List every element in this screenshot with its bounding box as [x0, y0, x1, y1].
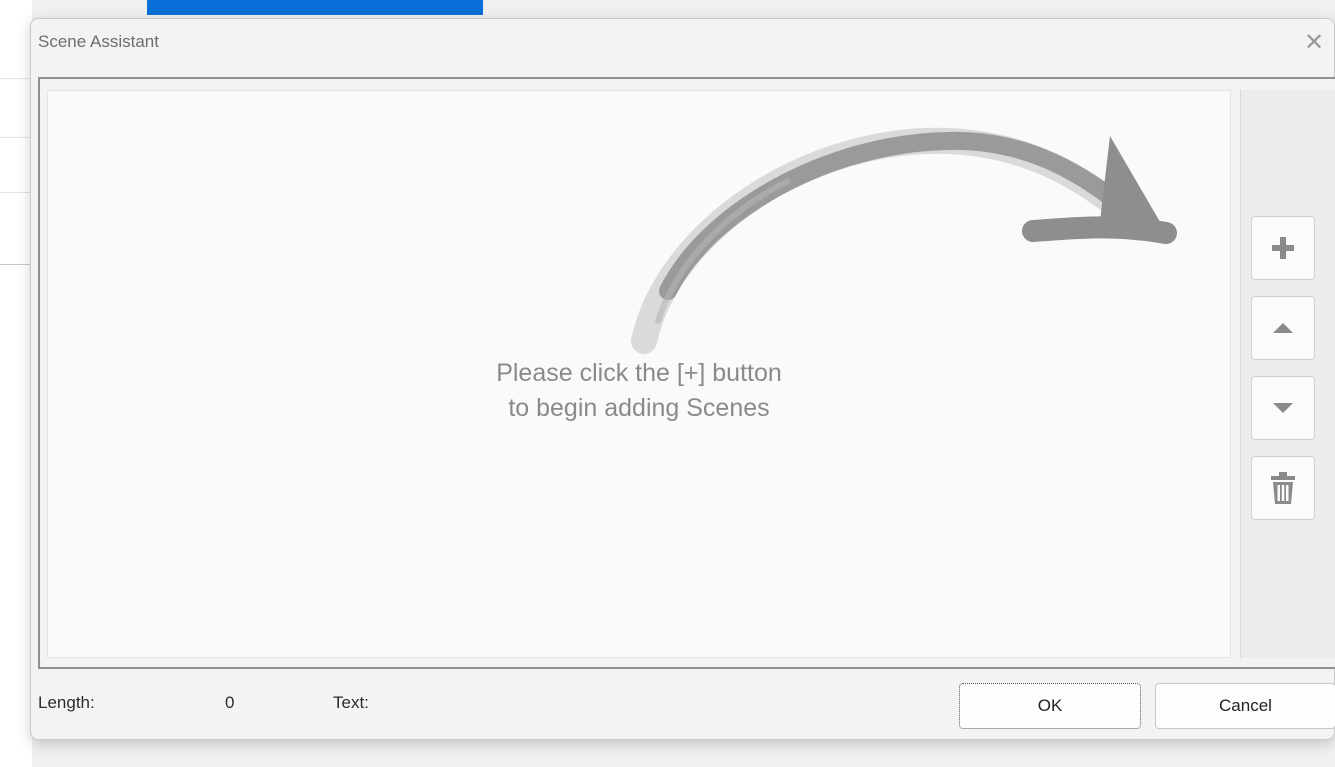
empty-state-hint: Please click the [+] button to begin add… [48, 356, 1230, 426]
scene-editor-frame: Please click the [+] button to begin add… [38, 77, 1335, 669]
background-divider [0, 192, 32, 193]
triangle-up-icon [1273, 323, 1293, 333]
text-label: Text: [333, 693, 369, 712]
background-divider [0, 264, 32, 265]
curved-arrow-right-icon [631, 127, 1177, 354]
close-button[interactable]: ✕ [1296, 25, 1332, 59]
scene-assistant-dialog: Scene Assistant ✕ Please click the [+] b… [30, 18, 1335, 740]
length-value: 0 [225, 693, 235, 712]
scene-tools-panel [1240, 90, 1335, 658]
background-accent-bar [147, 0, 483, 15]
dialog-title: Scene Assistant [38, 32, 159, 51]
cancel-button[interactable]: Cancel [1155, 683, 1335, 729]
scene-list[interactable]: Please click the [+] button to begin add… [47, 90, 1231, 658]
triangle-down-icon [1273, 403, 1293, 413]
length-label: Length: [38, 693, 95, 712]
trash-icon [1271, 472, 1295, 504]
move-up-button[interactable] [1251, 296, 1315, 360]
close-icon: ✕ [1303, 28, 1325, 56]
ok-button[interactable]: OK [959, 683, 1141, 729]
hint-line-1: Please click the [+] button [496, 359, 782, 387]
move-down-button[interactable] [1251, 376, 1315, 440]
plus-icon [1272, 237, 1294, 259]
background-window-sidebar [0, 0, 32, 767]
delete-scene-button[interactable] [1251, 456, 1315, 520]
hint-line-2: to begin adding Scenes [508, 394, 770, 422]
background-divider [0, 78, 32, 79]
add-scene-button[interactable] [1251, 216, 1315, 280]
background-divider [0, 137, 32, 138]
